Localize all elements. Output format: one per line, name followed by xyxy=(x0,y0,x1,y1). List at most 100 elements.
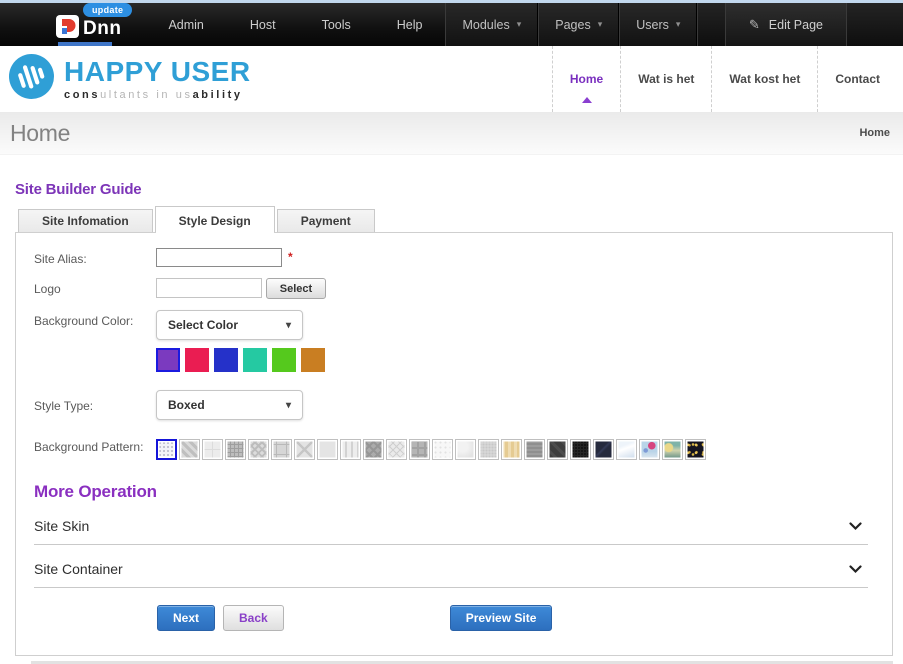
background-pattern-label: Background Pattern: xyxy=(34,436,156,460)
module-title: Site Builder Guide xyxy=(15,181,893,198)
nav-item-label: Home xyxy=(570,72,603,86)
required-asterisk: * xyxy=(288,248,293,267)
style-type-label: Style Type: xyxy=(34,390,156,420)
site-alias-input[interactable] xyxy=(156,248,282,267)
chevron-down-icon: ▾ xyxy=(598,19,603,30)
pattern-swatch-zigzag[interactable] xyxy=(363,439,384,460)
tab-payment[interactable]: Payment xyxy=(277,209,375,232)
logo-input[interactable] xyxy=(156,278,262,298)
background-color-row: Background Color: Select Color ▾ xyxy=(34,310,868,372)
back-button[interactable]: Back xyxy=(223,605,284,631)
pattern-swatch-city-night[interactable] xyxy=(685,439,706,460)
nav-item-home[interactable]: Home xyxy=(552,46,620,112)
style-type-select-value: Boxed xyxy=(168,398,205,412)
pages-dropdown-label: Pages xyxy=(555,18,590,32)
style-type-row: Style Type: Boxed ▾ xyxy=(34,390,868,420)
pattern-swatch-dots-white[interactable] xyxy=(432,439,453,460)
style-design-form: Site Alias: * Logo Select Background Col… xyxy=(16,233,892,631)
site-alias-row: Site Alias: * xyxy=(34,248,868,267)
pattern-swatch-sky[interactable] xyxy=(616,439,637,460)
modules-dropdown-label: Modules xyxy=(462,18,509,32)
menu-item-host[interactable]: Host xyxy=(227,18,299,32)
users-dropdown[interactable]: Users ▾ xyxy=(619,3,697,46)
happy-user-logo-icon xyxy=(8,53,55,105)
pattern-swatch-diag-dark[interactable] xyxy=(547,439,568,460)
style-type-select[interactable]: Boxed ▾ xyxy=(156,390,303,420)
menu-item-admin[interactable]: Admin xyxy=(145,18,226,32)
accordion-site-skin[interactable]: Site Skin xyxy=(34,502,868,545)
edit-page-label: Edit Page xyxy=(769,18,823,32)
logo-select-button[interactable]: Select xyxy=(266,278,326,299)
background-color-select[interactable]: Select Color ▾ xyxy=(156,310,303,340)
pattern-swatch-lattice[interactable] xyxy=(386,439,407,460)
pattern-swatch-carbon[interactable] xyxy=(570,439,591,460)
nav-item-label: Contact xyxy=(835,72,880,86)
pattern-swatch-clouds[interactable] xyxy=(662,439,683,460)
pattern-swatch-grid-faint[interactable] xyxy=(202,439,223,460)
pencil-icon: ✎ xyxy=(749,17,760,33)
happy-user-logo[interactable]: HAPPY USER consultants in usability xyxy=(8,53,251,105)
color-swatch[interactable] xyxy=(243,348,267,372)
tab-style-design[interactable]: Style Design xyxy=(155,206,275,232)
chevron-down-icon: ▾ xyxy=(286,320,291,331)
main-nav: Home Wat is het Wat kost het Contact xyxy=(552,46,897,112)
pattern-swatch-quad-grid[interactable] xyxy=(271,439,292,460)
modules-dropdown[interactable]: Modules ▾ xyxy=(445,3,538,46)
admin-bar-tail xyxy=(847,3,903,46)
pages-dropdown[interactable]: Pages ▾ xyxy=(538,3,619,46)
pattern-swatch-balloons[interactable] xyxy=(639,439,660,460)
color-swatch[interactable] xyxy=(185,348,209,372)
preview-site-button[interactable]: Preview Site xyxy=(450,605,553,631)
admin-bar-spacer xyxy=(697,3,724,46)
logo-label: Logo xyxy=(34,278,156,299)
chevron-down-icon: ▾ xyxy=(286,400,291,411)
dnn-logo-icon xyxy=(56,15,79,43)
page-title: Home xyxy=(10,120,70,147)
nav-item-wat-kost-het[interactable]: Wat kost het xyxy=(711,46,817,112)
background-color-label: Background Color: xyxy=(34,310,156,372)
admin-menu: Admin Host Tools Help xyxy=(145,3,445,46)
color-swatch[interactable] xyxy=(156,348,180,372)
next-button[interactable]: Next xyxy=(157,605,215,631)
accordion-label: Site Skin xyxy=(34,518,89,534)
pattern-swatch-x-cross[interactable] xyxy=(294,439,315,460)
color-swatch[interactable] xyxy=(214,348,238,372)
tab-strip: Site Infomation Style Design Payment xyxy=(18,209,893,232)
pattern-swatch-fabric[interactable] xyxy=(524,439,545,460)
menu-item-tools[interactable]: Tools xyxy=(299,18,374,32)
edit-page-button[interactable]: ✎ Edit Page xyxy=(725,3,847,46)
pattern-swatch-wood[interactable] xyxy=(501,439,522,460)
pattern-swatch-diamond-check[interactable] xyxy=(248,439,269,460)
pattern-swatch-navy-diag[interactable] xyxy=(593,439,614,460)
dnn-logo-underline xyxy=(58,42,112,46)
pattern-swatch-grid-dark[interactable] xyxy=(225,439,246,460)
color-swatch[interactable] xyxy=(301,348,325,372)
pattern-swatch-diag-stripes[interactable] xyxy=(179,439,200,460)
dnn-logo: update Dnn xyxy=(56,3,125,46)
accordion-site-container[interactable]: Site Container xyxy=(34,545,868,588)
content-area: Site Builder Guide Site Infomation Style… xyxy=(0,181,903,664)
menu-item-help[interactable]: Help xyxy=(374,18,446,32)
pattern-swatch-dots[interactable] xyxy=(156,439,177,460)
dnn-logo-text: Dnn xyxy=(83,18,121,40)
tab-site-information[interactable]: Site Infomation xyxy=(18,209,153,232)
pattern-swatch-swirl[interactable] xyxy=(455,439,476,460)
page-title-bar: Home Home xyxy=(0,112,903,155)
nav-item-label: Wat is het xyxy=(638,72,694,86)
breadcrumb[interactable]: Home xyxy=(859,127,890,139)
color-swatch[interactable] xyxy=(272,348,296,372)
nav-item-contact[interactable]: Contact xyxy=(817,46,897,112)
users-dropdown-label: Users xyxy=(636,18,669,32)
update-badge[interactable]: update xyxy=(83,3,132,17)
pattern-swatch-plaid[interactable] xyxy=(409,439,430,460)
pattern-swatch-plain-light[interactable] xyxy=(317,439,338,460)
nav-item-label: Wat kost het xyxy=(729,72,800,86)
site-header: HAPPY USER consultants in usability Home… xyxy=(0,46,903,112)
pattern-swatch-rough[interactable] xyxy=(478,439,499,460)
logo-row: Logo Select xyxy=(34,278,868,299)
nav-item-wat-is-het[interactable]: Wat is het xyxy=(620,46,711,112)
active-page-arrow-icon xyxy=(582,97,592,103)
chevron-down-icon: ▾ xyxy=(517,19,522,30)
pattern-swatch-vert-lines[interactable] xyxy=(340,439,361,460)
wizard-buttons: Next Back Preview Site xyxy=(157,605,868,631)
